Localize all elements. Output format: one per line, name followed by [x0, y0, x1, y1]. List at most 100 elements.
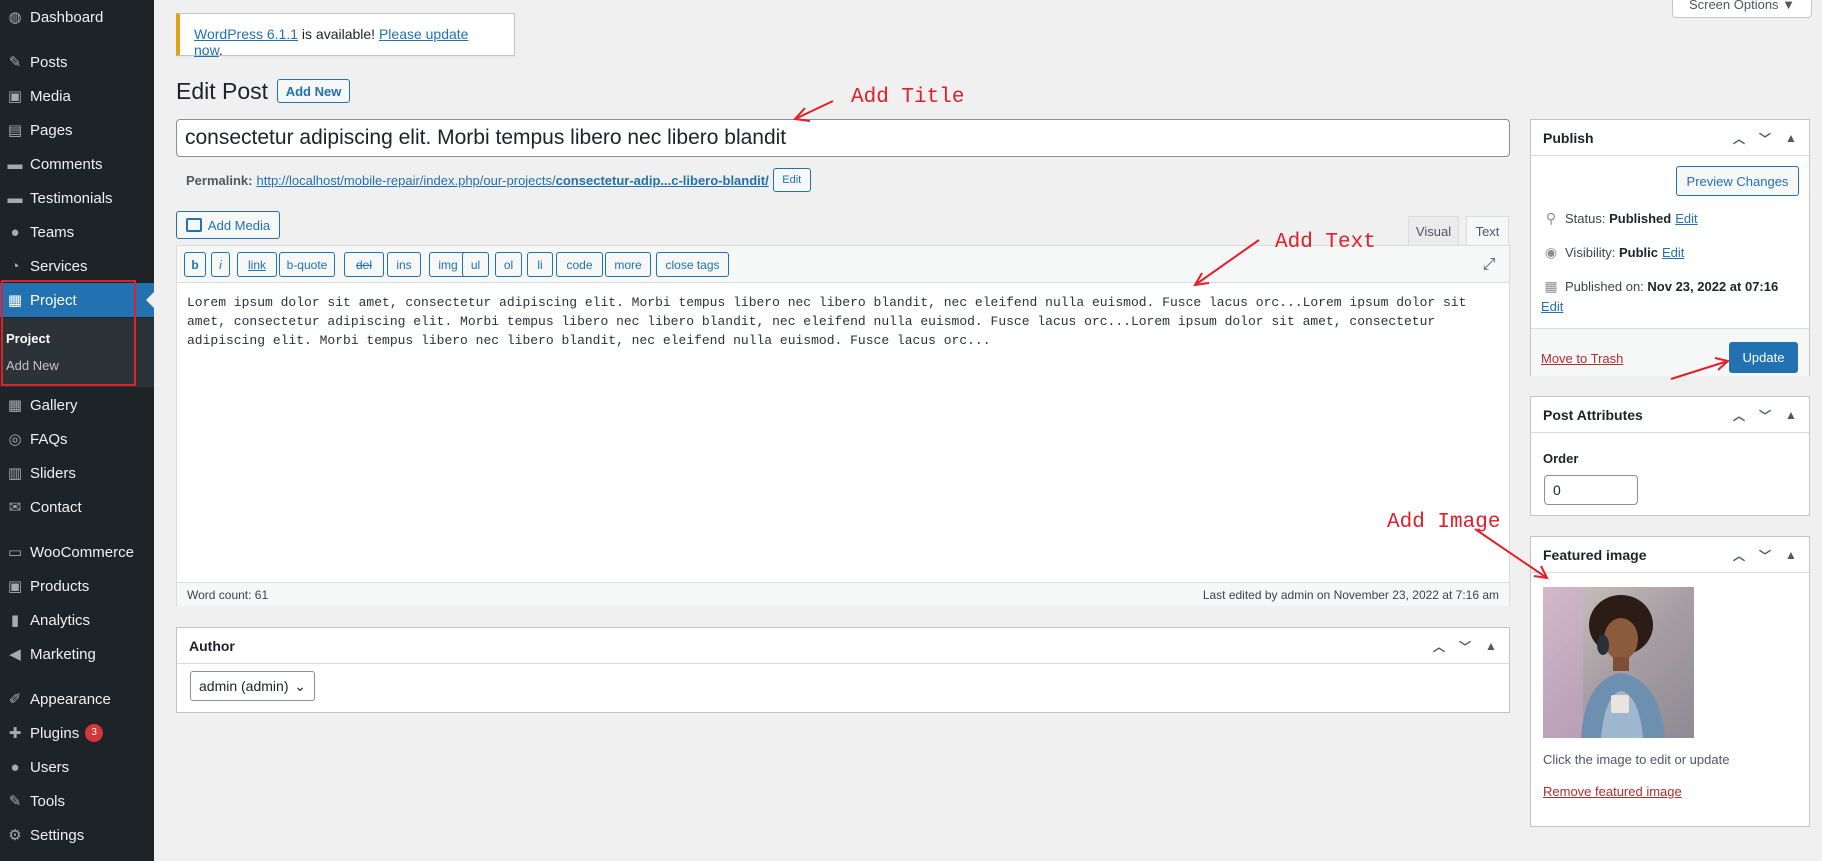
update-button[interactable]: Update	[1729, 342, 1798, 373]
post-title-input[interactable]: consectetur adipiscing elit. Morbi tempu…	[176, 119, 1510, 157]
sidebar-item-faqs[interactable]: ◎ FAQs	[0, 422, 154, 456]
sidebar-item-plugins[interactable]: ✚ Plugins 3	[0, 716, 154, 750]
edit-status-link[interactable]: Edit	[1675, 211, 1697, 226]
sidebar-item-users[interactable]: ● Users	[0, 750, 154, 784]
author-select[interactable]: admin (admin) ⌄	[190, 671, 315, 701]
permalink-base: http://localhost/mobile-repair/index.php…	[256, 172, 556, 188]
wordpress-version-link[interactable]: WordPress 6.1.1	[194, 26, 298, 42]
sidebar-item-analytics[interactable]: ▮ Analytics	[0, 603, 154, 637]
dashboard-icon: ◍	[8, 9, 22, 26]
submenu-item-add-new[interactable]: Add New	[6, 358, 59, 373]
remove-featured-image-link[interactable]: Remove featured image	[1543, 784, 1682, 799]
move-down-icon[interactable]: ﹀	[1755, 128, 1775, 148]
post-attributes-header[interactable]: Post Attributes ︿ ﹀ ▲	[1531, 397, 1809, 433]
sidebar-item-label: Teams	[30, 223, 75, 241]
teams-icon: ●	[10, 223, 20, 241]
last-edited: Last edited by admin on November 23, 202…	[1202, 587, 1499, 602]
sidebar-item-teams[interactable]: ● Teams	[0, 215, 154, 249]
quicktag-b[interactable]: b	[184, 252, 206, 277]
move-up-icon[interactable]: ︿	[1729, 128, 1749, 148]
distraction-free-icon[interactable]: ⤢	[1480, 256, 1498, 274]
sidebar-item-settings[interactable]: ⚙ Settings	[0, 818, 154, 852]
quicktag-link[interactable]: link	[237, 252, 277, 277]
annotation-add-title: Add Title	[851, 86, 965, 109]
featured-image-title: Featured image	[1543, 546, 1647, 563]
sidebar-item-marketing[interactable]: ◀ Marketing	[0, 637, 154, 671]
quicktag-b-quote[interactable]: b-quote	[279, 252, 335, 277]
sidebar-item-testimonials[interactable]: ▬ Testimonials	[0, 181, 154, 215]
tab-visual[interactable]: Visual	[1408, 216, 1459, 246]
permalink-edit-button[interactable]: Edit	[772, 168, 811, 192]
sidebar-item-appearance[interactable]: ✐ Appearance	[0, 682, 154, 716]
toggle-panel-icon[interactable]: ▲	[1781, 128, 1801, 148]
move-down-icon[interactable]: ﹀	[1755, 405, 1775, 425]
sidebar-item-tools[interactable]: ✎ Tools	[0, 784, 154, 818]
toggle-panel-icon[interactable]: ▲	[1481, 636, 1501, 656]
sidebar-item-dashboard[interactable]: ◍ Dashboard	[0, 0, 154, 34]
sidebar-item-label: Tools	[30, 792, 66, 810]
quicktag-del[interactable]: del	[344, 252, 384, 277]
move-to-trash-link[interactable]: Move to Trash	[1541, 351, 1623, 366]
quicktag-code[interactable]: code	[556, 252, 603, 277]
media-icon: ▣	[7, 88, 23, 105]
sidebar-item-contact[interactable]: ✉ Contact	[0, 490, 154, 524]
preview-changes-button[interactable]: Preview Changes	[1676, 166, 1799, 196]
notice-text: is available!	[298, 26, 379, 42]
sidebar-item-project[interactable]: ▦ Project	[0, 283, 154, 317]
sidebar-item-label: Posts	[30, 53, 68, 71]
featured-image-header[interactable]: Featured image ︿ ﹀ ▲	[1531, 537, 1809, 573]
add-media-button[interactable]: Add Media	[176, 211, 280, 239]
tab-text[interactable]: Text	[1466, 216, 1509, 246]
toggle-panel-icon[interactable]: ▲	[1781, 545, 1801, 565]
featured-image-thumbnail[interactable]	[1543, 587, 1694, 738]
settings-icon: ⚙	[8, 827, 22, 844]
quicktag-close-tags[interactable]: close tags	[656, 252, 729, 277]
featured-image-box: Featured image ︿ ﹀ ▲ Click the image to …	[1530, 536, 1810, 827]
post-attributes-box: Post Attributes ︿ ﹀ ▲ Order 0	[1530, 396, 1810, 516]
sidebar-item-label: Settings	[30, 826, 85, 844]
edit-visibility-link[interactable]: Edit	[1662, 245, 1684, 260]
sidebar-item-label: Dashboard	[30, 8, 104, 26]
sidebar-item-woocommerce[interactable]: ▭ WooCommerce	[0, 535, 154, 569]
screen-options-button[interactable]: Screen Options ▼	[1672, 0, 1812, 18]
status-label: Status:	[1565, 211, 1606, 226]
sidebar-item-sliders[interactable]: ▥ Sliders	[0, 456, 154, 490]
move-up-icon[interactable]: ︿	[1729, 405, 1749, 425]
quicktag-ol[interactable]: ol	[495, 252, 522, 277]
publish-box-header[interactable]: Publish ︿ ﹀ ▲	[1531, 120, 1809, 156]
sidebar-item-label: Media	[30, 87, 71, 105]
sidebar-item-media[interactable]: ▣ Media	[0, 79, 154, 113]
sidebar-item-services[interactable]: ◔ Services	[0, 249, 154, 283]
published-label: Published on:	[1565, 279, 1644, 294]
sidebar-item-pages[interactable]: ▤ Pages	[0, 113, 154, 147]
editor-textarea[interactable]: Lorem ipsum dolor sit amet, consectetur …	[177, 283, 1509, 569]
editor-status-bar: Word count: 61 Last edited by admin on N…	[177, 582, 1509, 606]
sidebar-item-gallery[interactable]: ▦ Gallery	[0, 388, 154, 422]
order-label: Order	[1543, 451, 1579, 466]
order-input[interactable]: 0	[1544, 475, 1638, 505]
quicktag-li[interactable]: li	[527, 252, 553, 277]
published-value: Nov 23, 2022 at 07:16	[1647, 279, 1779, 294]
sidebar-item-posts[interactable]: ✎ Posts	[0, 45, 154, 79]
move-up-icon[interactable]: ︿	[1429, 636, 1449, 656]
move-down-icon[interactable]: ﹀	[1755, 545, 1775, 565]
sidebar-item-label: Pages	[30, 121, 73, 139]
quicktag-more[interactable]: more	[605, 252, 651, 277]
move-up-icon[interactable]: ︿	[1729, 545, 1749, 565]
quicktag-ins[interactable]: ins	[387, 252, 421, 277]
sidebar-item-products[interactable]: ▣ Products	[0, 569, 154, 603]
permalink-link[interactable]: http://localhost/mobile-repair/index.php…	[256, 173, 768, 188]
move-down-icon[interactable]: ﹀	[1455, 636, 1475, 656]
add-new-button[interactable]: Add New	[277, 79, 350, 103]
quicktag-ul[interactable]: ul	[462, 252, 489, 277]
visibility-label: Visibility:	[1565, 245, 1616, 260]
edit-date-link[interactable]: Edit	[1541, 299, 1563, 314]
submenu-item-project[interactable]: Project	[6, 331, 50, 346]
publish-actions: Move to Trash Update	[1531, 328, 1809, 376]
quicktag-i[interactable]: i	[211, 252, 230, 277]
sidebar-item-comments[interactable]: ▬ Comments	[0, 147, 154, 181]
admin-sidebar: ◍ Dashboard ✎ Posts ▣ Media ▤ Pages ▬ Comments ▬ Te…	[0, 0, 154, 861]
sidebar-item-label: Products	[30, 577, 90, 595]
author-box-header[interactable]: Author ︿ ﹀ ▲	[177, 628, 1509, 664]
toggle-panel-icon[interactable]: ▲	[1781, 405, 1801, 425]
